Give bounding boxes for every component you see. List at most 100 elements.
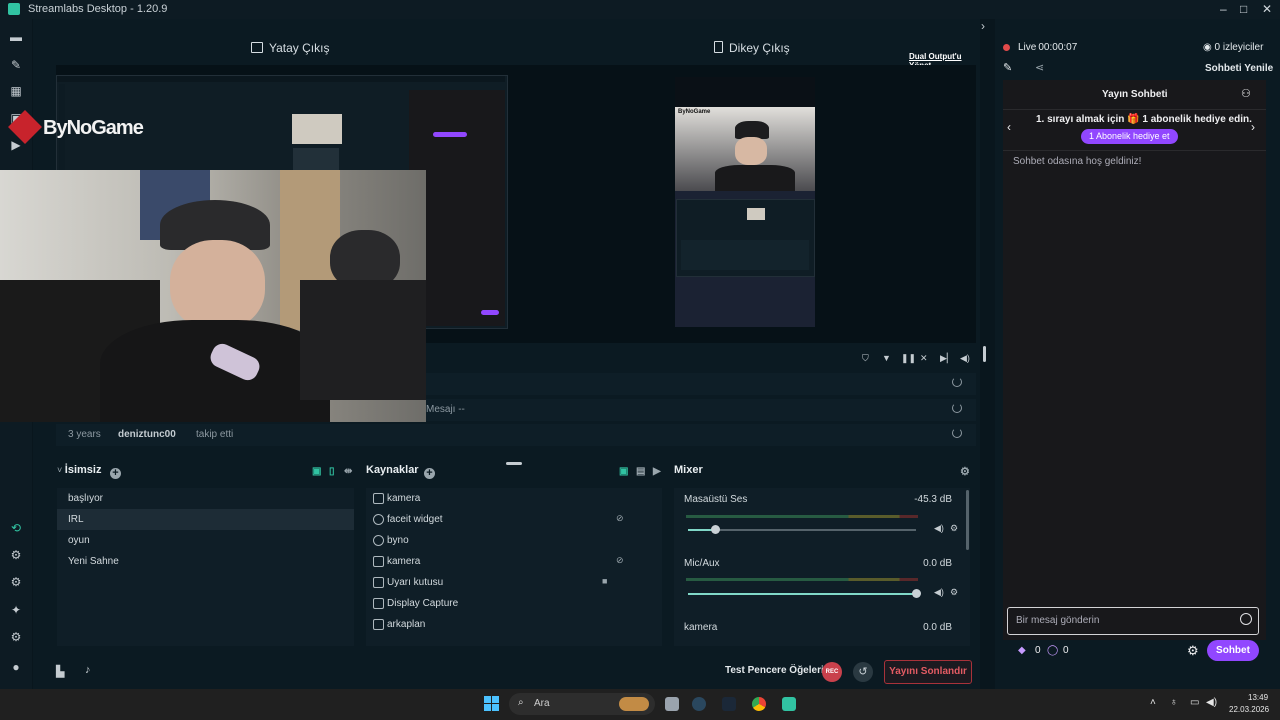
source-item[interactable]: Display Capture xyxy=(366,593,662,614)
scene-item[interactable]: oyun xyxy=(57,530,354,551)
sparkle-icon[interactable]: ✦ xyxy=(8,602,24,618)
gift-banner: ‹ 1. sırayı almak için 🎁 1 abonelik hedi… xyxy=(1003,110,1266,151)
filter-icon[interactable]: ▼ xyxy=(882,353,891,363)
skip-icon[interactable]: ▶▏ xyxy=(940,353,954,364)
collapse-chevron-icon[interactable]: › xyxy=(981,19,993,37)
end-stream-button[interactable]: Yayını Sonlandır xyxy=(884,660,972,684)
source-item[interactable]: arkaplan xyxy=(366,614,662,635)
vertical-display-icon[interactable]: ▯ xyxy=(329,466,335,477)
bits-icon[interactable]: ◆ xyxy=(1018,645,1026,656)
scenes-list: başlıyor IRL oyun Yeni Sahne xyxy=(57,488,354,646)
share-icon[interactable]: ⋖ xyxy=(1035,61,1044,74)
taskbar-time[interactable]: 13:49 xyxy=(1248,693,1268,702)
scene-item[interactable]: başlıyor xyxy=(57,488,354,509)
vertical-output-header: Dikey Çıkış xyxy=(714,41,790,55)
layout-icon[interactable]: ⚙ xyxy=(8,547,24,563)
repeat-alert-icon[interactable] xyxy=(952,428,962,438)
channel-points-icon[interactable]: ◯ xyxy=(1047,645,1058,656)
source-item[interactable]: byno xyxy=(366,530,662,551)
steam-alt-icon[interactable] xyxy=(722,697,736,711)
horizontal-display-icon[interactable]: ▣ xyxy=(312,466,321,477)
mute-icon[interactable]: ◀) xyxy=(934,523,944,534)
phone-icon xyxy=(714,41,723,53)
gift-sub-button[interactable]: 1 Abonelik hediye et xyxy=(1081,129,1178,144)
maximize-button[interactable]: □ xyxy=(1240,2,1247,16)
skip-alert-icon[interactable]: ✕ xyxy=(920,353,928,364)
mute-icon[interactable]: ◀) xyxy=(934,587,944,598)
chrome-icon[interactable] xyxy=(752,697,766,711)
dock-resize-handle[interactable] xyxy=(506,462,522,465)
add-scene-icon[interactable]: + xyxy=(110,468,121,479)
shield-icon[interactable]: ⛉ xyxy=(862,353,869,364)
network-icon[interactable]: ▭ xyxy=(1190,697,1199,708)
task-view-icon[interactable] xyxy=(665,697,679,711)
close-button[interactable]: ✕ xyxy=(1262,2,1272,16)
test-widgets-label[interactable]: Test Pencere Öğeleri xyxy=(725,665,824,676)
themes-icon[interactable]: ✎ xyxy=(8,57,24,73)
vertical-resize-handle[interactable] xyxy=(983,346,986,362)
gear-icon[interactable]: ⚙ xyxy=(8,629,24,645)
edit-stream-icon[interactable]: ✎ xyxy=(1003,61,1012,74)
record-button[interactable]: REC xyxy=(822,662,842,682)
chat-send-button[interactable]: Sohbet xyxy=(1207,640,1259,661)
minimize-button[interactable]: – xyxy=(1220,2,1227,16)
source-item[interactable]: kamera xyxy=(366,488,662,509)
mixer-title: Mixer xyxy=(674,464,703,476)
event-text: Mesajı -- xyxy=(426,404,465,415)
hidden-eye-icon[interactable]: ⊘ xyxy=(616,513,624,524)
vertical-preview[interactable]: ByNoGame xyxy=(675,77,815,327)
chat-welcome: Sohbet odasına hoş geldiniz! xyxy=(1013,156,1142,167)
editor-icon[interactable]: ▬ xyxy=(8,29,24,45)
volume-slider[interactable] xyxy=(688,525,916,534)
speaker-icon[interactable]: ◀) xyxy=(1206,697,1217,708)
chat-settings-icon[interactable]: ⚙ xyxy=(1187,643,1199,659)
chevron-left-icon[interactable]: ‹ xyxy=(1007,120,1011,134)
stats-icon[interactable]: ▙ xyxy=(56,665,64,678)
steam-icon[interactable] xyxy=(692,697,706,711)
source-item[interactable]: Uyarı kutusu ■ xyxy=(366,572,662,593)
users-icon[interactable]: ⚇ xyxy=(1241,87,1251,100)
microphone-tray-icon[interactable]: ♁ xyxy=(1170,697,1178,708)
dual-output-source-icon[interactable]: ▣ xyxy=(619,466,628,477)
streamlabs-taskbar-icon[interactable] xyxy=(782,697,796,711)
user-icon[interactable]: ● xyxy=(8,659,24,675)
repeat-alert-icon[interactable] xyxy=(952,403,962,413)
lock-icon[interactable]: ■ xyxy=(602,576,607,586)
transition-icon[interactable]: ⇹ xyxy=(344,466,352,477)
studio-mode-icon[interactable]: ⟲ xyxy=(8,520,24,536)
source-properties-icon[interactable]: ▶ xyxy=(653,466,661,477)
windows-start-icon[interactable] xyxy=(484,696,500,712)
hidden-eye-icon[interactable]: ⊘ xyxy=(616,555,624,566)
settings-alt-icon[interactable]: ⚙ xyxy=(8,574,24,590)
chat-input[interactable]: Bir mesaj gönderin xyxy=(1007,607,1259,635)
mixer-settings-icon[interactable]: ⚙ xyxy=(960,465,970,478)
add-source-icon[interactable]: + xyxy=(424,468,435,479)
pause-icon[interactable]: ❚❚ xyxy=(901,353,916,364)
taskbar-search[interactable]: ⌕ Ara xyxy=(509,693,655,715)
vertical-camera-feed: ByNoGame xyxy=(675,107,815,191)
source-item[interactable]: kamera ⊘ xyxy=(366,551,662,572)
mixer-scrollbar[interactable] xyxy=(966,490,969,550)
monitor-icon xyxy=(251,42,263,53)
chevron-right-icon[interactable]: › xyxy=(1251,120,1255,134)
store-icon[interactable]: ▦ xyxy=(8,83,24,99)
volume-slider[interactable] xyxy=(688,589,921,598)
refresh-chat-button[interactable]: Sohbeti Yenile xyxy=(1205,63,1273,74)
scene-collection-title[interactable]: İsimsiz xyxy=(65,464,102,476)
folder-icon[interactable]: ▤ xyxy=(636,466,645,477)
source-item[interactable]: faceit widget ⊘ xyxy=(366,509,662,530)
tray-chevron-icon[interactable]: ˄ xyxy=(1150,697,1156,708)
scene-item[interactable]: Yeni Sahne xyxy=(57,551,354,572)
volume-icon[interactable]: ◀) xyxy=(960,353,970,364)
channel-gear-icon[interactable]: ⚙ xyxy=(950,523,958,534)
notification-bell-icon[interactable]: ♪ xyxy=(85,664,91,676)
repeat-alert-icon[interactable] xyxy=(952,377,962,387)
vertical-output-label: Dikey Çıkış xyxy=(729,41,790,55)
emote-icon[interactable] xyxy=(1240,613,1252,625)
scene-item[interactable]: IRL xyxy=(57,509,354,530)
replay-buffer-icon[interactable]: ↺ xyxy=(853,662,873,682)
search-highlight-icon xyxy=(619,697,649,711)
channel-gear-icon[interactable]: ⚙ xyxy=(950,587,958,598)
taskbar-date[interactable]: 22.03.2026 xyxy=(1229,705,1269,714)
scenes-header: ˅ İsimsiz + ▣ ▯ ⇹ xyxy=(57,464,353,479)
